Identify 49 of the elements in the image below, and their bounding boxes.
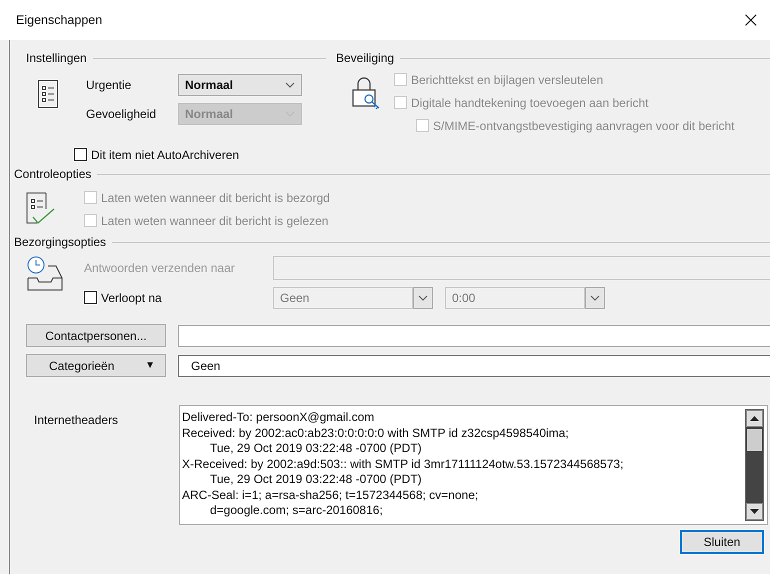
checkbox-label: Digitale handtekening toevoegen aan bericht	[411, 96, 649, 110]
close-button[interactable]: ×	[734, 8, 768, 32]
checkbox[interactable]	[84, 291, 97, 304]
date-dropdown[interactable]: Geen	[273, 286, 413, 308]
categories-field[interactable]: Geen	[178, 354, 770, 376]
header-line: ARC-Seal: i=1; a=rsa-sha256; t=1572344568; cv=none;	[182, 488, 480, 503]
clock-tray-icon	[26, 256, 64, 292]
section-title: Controleopties	[14, 167, 92, 181]
checkbox-label: Verloopt na	[101, 290, 162, 304]
dropdown[interactable]: Normaal	[178, 74, 302, 96]
checkbox-label: Berichttekst en bijlagen versleutelen	[411, 72, 604, 86]
chevron-icon	[285, 82, 295, 88]
chevron-icon	[590, 294, 600, 300]
field-label: Urgentie	[86, 78, 132, 92]
header-line: d=google.com; s=arc-20160816;	[209, 503, 384, 518]
field-label: Gevoeligheid	[86, 107, 158, 121]
list-icon	[38, 80, 58, 108]
time-dropdown[interactable]: 0:00	[445, 286, 585, 308]
checkbox-label: Laten weten wanneer dit bericht is gelezen	[101, 214, 328, 228]
reply-to-field[interactable]	[273, 256, 770, 280]
checkbox[interactable]	[74, 148, 87, 161]
field-label: Antwoorden verzenden naar	[84, 261, 236, 275]
headers-text-area[interactable]	[179, 405, 768, 525]
contacts-button[interactable]: Contactpersonen...	[26, 324, 166, 347]
dropdown-arrow-button[interactable]	[413, 286, 433, 308]
header-line: Delivered-To: persoonX@gmail.com	[182, 410, 376, 426]
checkbox-label: Laten weten wanneer dit bericht is bezorgd	[101, 190, 330, 204]
field-label: Internetheaders	[34, 413, 120, 429]
header-line: Tue, 29 Oct 2019 03:22:48 -0700 (PDT)	[209, 441, 423, 456]
window-title: Eigenschappen	[16, 13, 102, 27]
checkbox-label: Dit item niet AutoArchiveren	[91, 148, 240, 162]
up-arrow-icon[interactable]	[750, 416, 759, 421]
close-dialog-button[interactable]: Sluiten	[680, 530, 764, 554]
header-line: Tue, 29 Oct 2019 03:22:48 -0700 (PDT)	[209, 472, 423, 488]
header-line: Received: by 2002:ac0:ab23:0:0:0:0:0 with SMTP id z32csp4598540ima;	[182, 426, 570, 441]
list-check-icon	[26, 192, 56, 224]
down-arrow-icon[interactable]	[750, 509, 759, 514]
header-line: X-Received: by 2002:a9d:503:: with SMTP id 3mr17111124otw.53.1572344568573;	[182, 456, 624, 472]
chevron-icon	[418, 294, 428, 300]
dropdown-arrow-button[interactable]	[585, 286, 605, 308]
categories-button[interactable]: Categorieën ▼	[26, 354, 166, 377]
scrollbar[interactable]	[745, 409, 764, 521]
checkbox-label: S/MIME-ontvangstbevestiging aanvragen voor dit bericht	[433, 118, 734, 132]
lock-key-icon	[352, 76, 382, 110]
section-title: Beveiliging	[336, 51, 394, 65]
contacts-field[interactable]	[178, 324, 770, 346]
section-title: Bezorgingsopties	[14, 235, 106, 249]
section-title: Instellingen	[26, 51, 87, 65]
scrollbar-thumb[interactable]	[747, 429, 762, 451]
